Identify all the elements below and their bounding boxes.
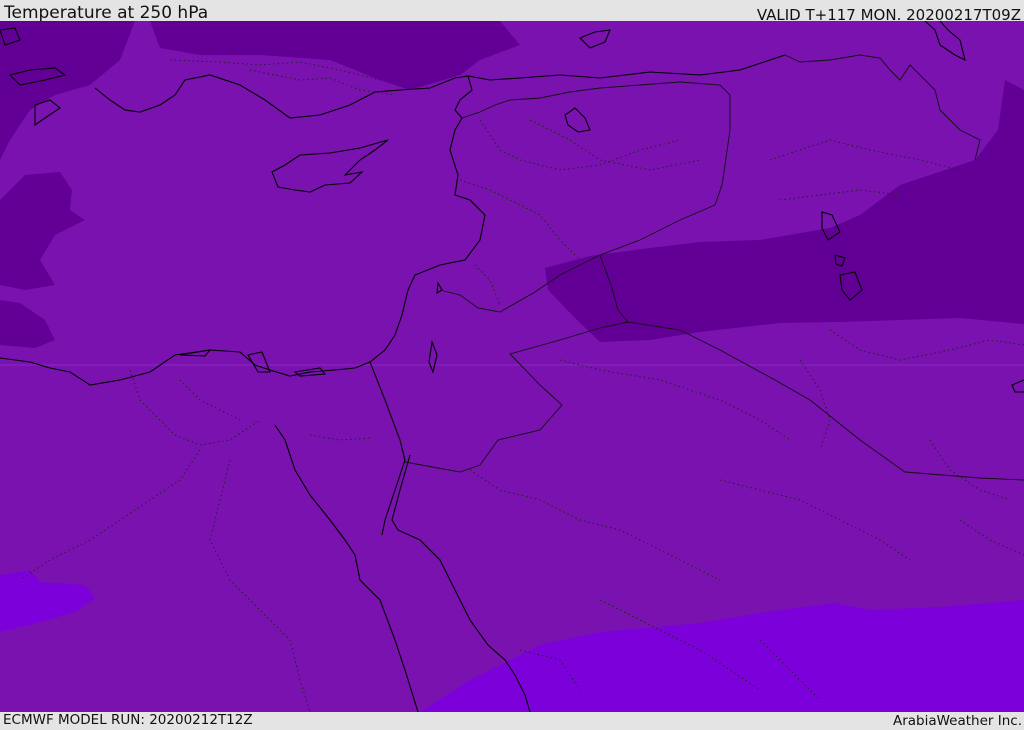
temp-band-main [0,21,1024,712]
model-run-label: ECMWF MODEL RUN: 20200212T12Z [3,712,253,728]
map-title: Temperature at 250 hPa [4,3,209,23]
footer-bar: ECMWF MODEL RUN: 20200212T12Z ArabiaWeat… [0,712,1024,729]
header-bar: Temperature at 250 hPa VALID T+117 MON. … [0,0,1024,24]
weather-map [0,21,1024,712]
credit-label: ArabiaWeather Inc. [892,713,1022,729]
